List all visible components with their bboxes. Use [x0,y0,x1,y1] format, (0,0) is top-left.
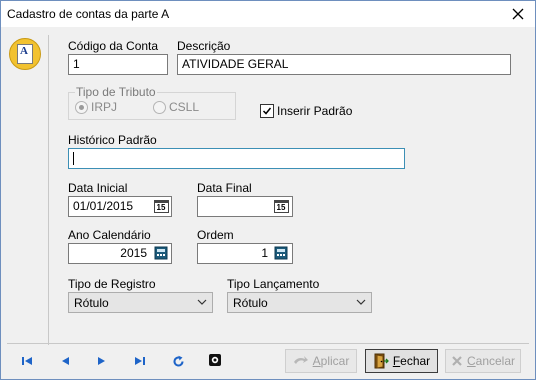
dialog-content: A Código da Conta 1 Descrição ATIVIDADE … [1,27,535,379]
fechar-button[interactable]: Fechar [365,349,438,373]
vertical-divider [48,35,49,345]
ordem-calculator-button[interactable] [271,244,291,262]
refresh-icon [173,355,183,366]
data-final-calendar-button[interactable]: 15 [271,197,291,215]
tipo-registro-value: Rótulo [74,296,109,310]
irpj-label: IRPJ [91,100,118,114]
tipo-tributo-label: Tipo de Tributo [75,85,157,99]
next-record-icon [98,357,105,365]
refresh-button[interactable] [171,355,185,367]
tipo-lancamento-value: Rótulo [233,296,268,310]
csll-radio[interactable]: CSLL [153,100,199,114]
data-inicial-label: Data Inicial [68,181,128,195]
first-record-icon [22,357,32,365]
chevron-down-icon [197,299,207,305]
tipo-lancamento-label: Tipo Lançamento [227,277,320,291]
ano-calculator-button[interactable] [151,244,171,262]
codigo-input[interactable]: 1 [68,54,168,75]
record-options-button[interactable] [208,354,222,366]
aplicar-label: Aplicar [312,354,350,368]
first-record-button[interactable] [20,355,34,367]
radio-button-icon [153,100,166,114]
ordem-label: Ordem [197,228,234,242]
exit-door-icon [374,353,389,369]
record-options-icon [209,354,221,366]
fechar-label: Fechar [392,354,431,368]
historico-label: Histórico Padrão [68,133,157,147]
calculator-icon [274,246,288,260]
last-record-button[interactable] [133,355,147,367]
radio-button-icon [75,100,88,114]
tipo-registro-select[interactable]: Rótulo [68,292,213,313]
inserir-padrao-checkbox[interactable]: Inserir Padrão [260,104,352,118]
checkbox-box [260,104,274,118]
next-record-button[interactable] [95,355,109,367]
title-bar: Cadastro de contas da parte A [1,1,535,27]
calendar-icon: 15 [153,199,169,213]
data-final-label: Data Final [197,181,252,195]
cancel-icon [452,356,462,366]
data-inicial-calendar-button[interactable]: 15 [151,197,171,215]
inserir-padrao-label: Inserir Padrão [277,104,353,118]
descricao-label: Descrição [177,39,231,53]
calendar-icon: 15 [273,199,289,213]
apply-icon [293,356,308,364]
irpj-radio[interactable]: IRPJ [75,100,117,114]
descricao-input[interactable]: ATIVIDADE GERAL [177,54,511,75]
close-button[interactable] [507,4,529,24]
chevron-down-icon [356,299,366,305]
cancelar-button[interactable]: Cancelar [445,349,521,373]
close-icon [512,8,524,20]
codigo-label: Código da Conta [68,39,159,53]
calculator-icon [154,246,168,260]
dialog-window: Cadastro de contas da parte A A Código d… [0,0,536,380]
tipo-lancamento-select[interactable]: Rótulo [227,292,372,313]
window-title: Cadastro de contas da parte A [7,7,170,21]
checkmark-icon [262,107,272,115]
historico-input[interactable] [68,148,405,169]
ano-calendario-label: Ano Calendário [68,228,151,242]
tipo-registro-label: Tipo de Registro [68,277,156,291]
csll-label: CSLL [169,100,200,114]
cancelar-label: Cancelar [466,354,516,368]
text-cursor [73,152,74,166]
last-record-icon [135,357,145,365]
form-document-icon: A [9,38,41,70]
previous-record-icon [62,357,69,365]
aplicar-button[interactable]: Aplicar [285,349,357,373]
previous-record-button[interactable] [58,355,72,367]
footer-divider [7,343,529,344]
